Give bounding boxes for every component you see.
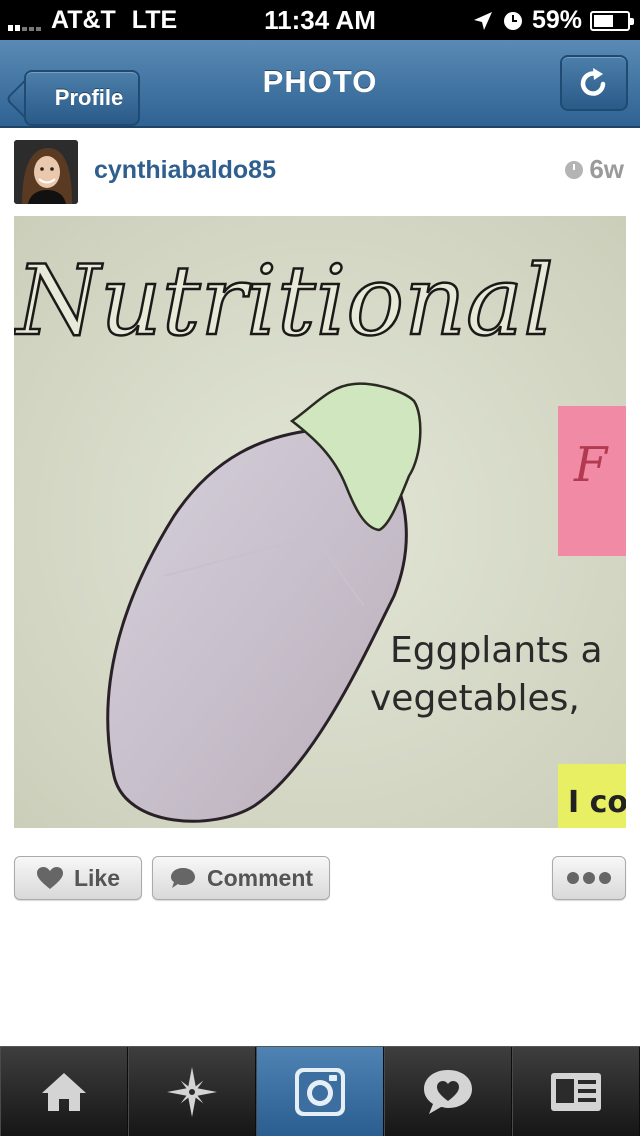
home-icon bbox=[42, 1072, 86, 1111]
tab-home[interactable] bbox=[0, 1047, 128, 1136]
activity-icon bbox=[424, 1069, 472, 1114]
tab-camera[interactable] bbox=[256, 1047, 384, 1136]
avatar[interactable] bbox=[14, 140, 78, 204]
more-options-button[interactable] bbox=[552, 856, 626, 900]
comment-button-label: Comment bbox=[206, 864, 314, 891]
navigation-bar: Profile PHOTO bbox=[0, 40, 640, 128]
battery-icon bbox=[590, 10, 634, 31]
explore-icon bbox=[167, 1066, 217, 1117]
post-actions: Like Comment bbox=[0, 856, 640, 902]
status-bar: AT&T LTE 11:34 AM 59% bbox=[0, 0, 640, 40]
location-arrow-icon bbox=[473, 11, 492, 30]
status-right: 59% bbox=[472, 6, 634, 35]
post-time: 6w bbox=[565, 154, 624, 185]
more-icon bbox=[567, 872, 611, 884]
profile-icon bbox=[551, 1072, 601, 1111]
camera-icon bbox=[295, 1067, 345, 1116]
post-header: cynthiabaldo85 6w bbox=[0, 130, 640, 214]
tab-explore[interactable] bbox=[128, 1047, 256, 1136]
post-photo[interactable]: Nutritional F Eggplants a vegetables, I … bbox=[14, 216, 626, 828]
time-ago-label: 6w bbox=[589, 154, 624, 184]
like-button-label: Like bbox=[73, 864, 121, 891]
comment-button[interactable]: Comment bbox=[152, 856, 330, 900]
tab-bar bbox=[0, 1046, 640, 1136]
back-button-label: Profile bbox=[54, 85, 124, 110]
like-button[interactable]: Like bbox=[14, 856, 142, 900]
battery-percent: 59% bbox=[531, 6, 582, 34]
caption-line-2: vegetables, bbox=[370, 678, 580, 719]
sticky-note-letter: F bbox=[573, 437, 609, 493]
yellow-note-text: I co bbox=[568, 785, 626, 820]
refresh-button[interactable] bbox=[560, 55, 628, 111]
refresh-icon bbox=[580, 68, 606, 96]
photo-title-text: Nutritional bbox=[14, 245, 554, 357]
caption-line-1: Eggplants a bbox=[390, 630, 603, 671]
speech-bubble-icon bbox=[170, 868, 195, 888]
clock-icon bbox=[565, 160, 584, 179]
tab-profile[interactable] bbox=[512, 1047, 640, 1136]
tab-activity[interactable] bbox=[384, 1047, 512, 1136]
username-link[interactable]: cynthiabaldo85 bbox=[94, 156, 276, 185]
back-button-profile[interactable]: Profile bbox=[24, 70, 140, 126]
heart-icon bbox=[36, 867, 63, 889]
alarm-clock-icon bbox=[503, 11, 522, 30]
